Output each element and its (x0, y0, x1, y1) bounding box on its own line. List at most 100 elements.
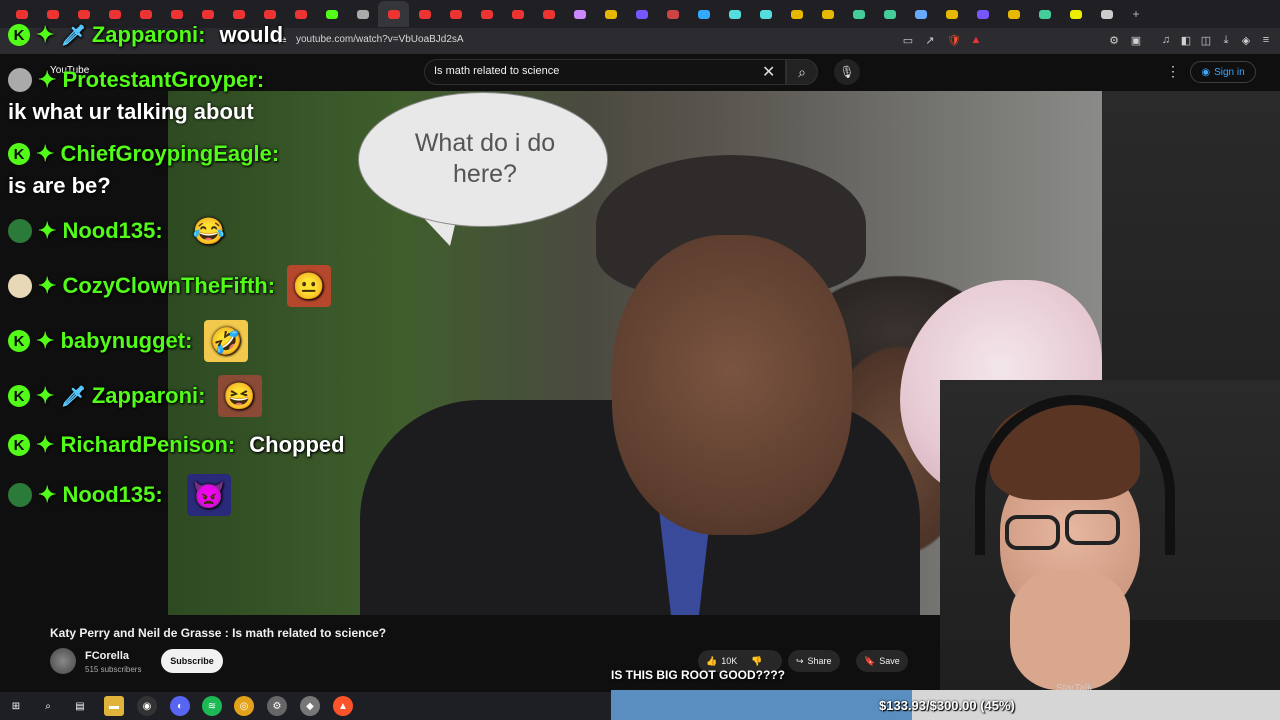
search-icon[interactable]: ⌕ (38, 696, 58, 716)
chat-line: ✦ CozyClownTheFifth: 😐 (8, 265, 332, 307)
tab-favicon-icon (480, 9, 493, 19)
tab-favicon-icon (883, 9, 896, 19)
tab-favicon-icon (418, 9, 431, 19)
browser-tab[interactable] (657, 1, 688, 27)
windows-start-icon[interactable]: ⊞ (6, 696, 26, 716)
kick-badge-icon: K (8, 24, 30, 46)
brave-rewards-icon[interactable]: ▲ (968, 32, 984, 48)
browser-tab[interactable] (533, 1, 564, 27)
browser-tab[interactable] (967, 1, 998, 27)
search-query-text[interactable]: Is math related to science (434, 65, 559, 77)
browser-tab[interactable] (843, 1, 874, 27)
chrome-icon[interactable]: ◎ (234, 696, 254, 716)
channel-name[interactable]: FCorella (85, 650, 129, 662)
channel-avatar[interactable] (50, 648, 76, 674)
browser-tab[interactable] (688, 1, 719, 27)
download-icon[interactable]: ⤓ (1218, 32, 1234, 48)
tab-favicon-icon (201, 9, 214, 19)
browser-tab[interactable] (347, 1, 378, 27)
file-explorer-icon[interactable]: ▬ (104, 696, 124, 716)
new-tab-icon[interactable]: + (1122, 1, 1150, 27)
browser-tab[interactable] (750, 1, 781, 27)
chat-username: ChiefGroypingEagle: (60, 141, 280, 166)
chat-username: Nood135: (62, 482, 163, 507)
save-button[interactable]: 🔖 Save (856, 650, 908, 672)
tab-favicon-icon (1069, 9, 1082, 19)
sign-in-button[interactable]: ◉ Sign in (1190, 61, 1256, 83)
tab-favicon-icon (108, 9, 121, 19)
browser-tab[interactable] (998, 1, 1029, 27)
tab-favicon-icon (976, 9, 989, 19)
tab-favicon-icon (635, 9, 648, 19)
browser-tab[interactable] (812, 1, 843, 27)
chat-username: ProtestantGroyper: (62, 67, 265, 92)
browser-tab[interactable] (936, 1, 967, 27)
app-icon[interactable]: ⚙ (267, 696, 287, 716)
chat-line: K ✦ 🗡 Zapparoni: 😆 (8, 375, 262, 417)
more-options-icon[interactable]: ⋮ (1166, 63, 1180, 80)
voice-search-button[interactable]: 🎙 (834, 59, 860, 85)
vpn-icon[interactable]: ◈ (1238, 32, 1254, 48)
browser-tab[interactable] (409, 1, 440, 27)
browser-tab[interactable] (1029, 1, 1060, 27)
tab-favicon-icon (604, 9, 617, 19)
tab-favicon-icon (1038, 9, 1051, 19)
browser-tab[interactable] (440, 1, 471, 27)
subscribe-button[interactable]: Subscribe (161, 649, 223, 673)
media-icon[interactable]: ♫ (1158, 32, 1174, 48)
browser-tab[interactable] (1091, 1, 1122, 27)
browser-tab[interactable] (1060, 1, 1091, 27)
close-icon[interactable]: ✕ (762, 62, 775, 82)
spotify-icon[interactable]: ≋ (202, 696, 222, 716)
chat-line-partial: K ✦ 🗡 Zapparoni: would (8, 22, 283, 48)
video-title: Katy Perry and Neil de Grasse : Is math … (50, 626, 387, 640)
share-label: Share (807, 656, 832, 666)
kick-badge-icon: K (8, 434, 30, 456)
screenshot-icon[interactable]: ▣ (1128, 32, 1144, 48)
app-icon[interactable]: ◆ (300, 696, 320, 716)
brave-shield-icon[interactable]: 🛡 (946, 32, 962, 48)
diamond-badge-icon: ✦ (36, 328, 55, 353)
tab-favicon-icon (46, 9, 59, 19)
browser-tab[interactable] (378, 1, 409, 27)
tab-favicon-icon (356, 9, 369, 19)
browser-tab[interactable] (502, 1, 533, 27)
wallet-icon[interactable]: ◫ (1198, 32, 1214, 48)
browser-tab[interactable] (874, 1, 905, 27)
menu-icon[interactable]: ≡ (1258, 32, 1274, 48)
chat-line: K ✦ babynugget: 🤣 (8, 320, 249, 362)
obs-icon[interactable]: ◉ (137, 696, 157, 716)
share-page-icon[interactable]: ↗ (922, 32, 938, 48)
brave-icon[interactable]: ▲ (333, 696, 353, 716)
thumbs-up-icon: 👍 (706, 655, 718, 666)
browser-tab[interactable] (564, 1, 595, 27)
tab-favicon-icon (294, 9, 307, 19)
tab-favicon-icon (449, 9, 462, 19)
task-view-icon[interactable]: ▤ (70, 696, 90, 716)
tab-favicon-icon (325, 9, 338, 19)
url-text[interactable]: youtube.com/watch?v=VbUoaBJd2sA (296, 34, 464, 45)
chat-line: ✦ ProtestantGroyper: (8, 67, 264, 93)
browser-tab[interactable] (285, 1, 316, 27)
search-button[interactable]: ⌕ (786, 59, 818, 85)
install-icon[interactable]: ▭ (900, 32, 916, 48)
browser-tab[interactable] (781, 1, 812, 27)
sidebar-icon[interactable]: ◧ (1178, 32, 1194, 48)
tab-favicon-icon (387, 9, 400, 19)
sign-in-label: Sign in (1214, 66, 1245, 78)
browser-tab[interactable] (626, 1, 657, 27)
discord-icon[interactable]: ◐ (170, 696, 190, 716)
tab-favicon-icon (852, 9, 865, 19)
browser-tab[interactable] (905, 1, 936, 27)
chat-username: Zapparoni: (91, 383, 206, 408)
browser-tab[interactable] (316, 1, 347, 27)
tab-favicon-icon (15, 9, 28, 19)
extensions-icon[interactable]: ⚙ (1106, 32, 1122, 48)
browser-tab[interactable] (471, 1, 502, 27)
diamond-badge-icon: ✦ (36, 383, 55, 408)
browser-tab[interactable] (595, 1, 626, 27)
share-button[interactable]: ↪ Share (788, 650, 840, 672)
account-icon: ◉ (1201, 66, 1211, 78)
user-avatar-icon (8, 274, 32, 298)
browser-tab[interactable] (719, 1, 750, 27)
